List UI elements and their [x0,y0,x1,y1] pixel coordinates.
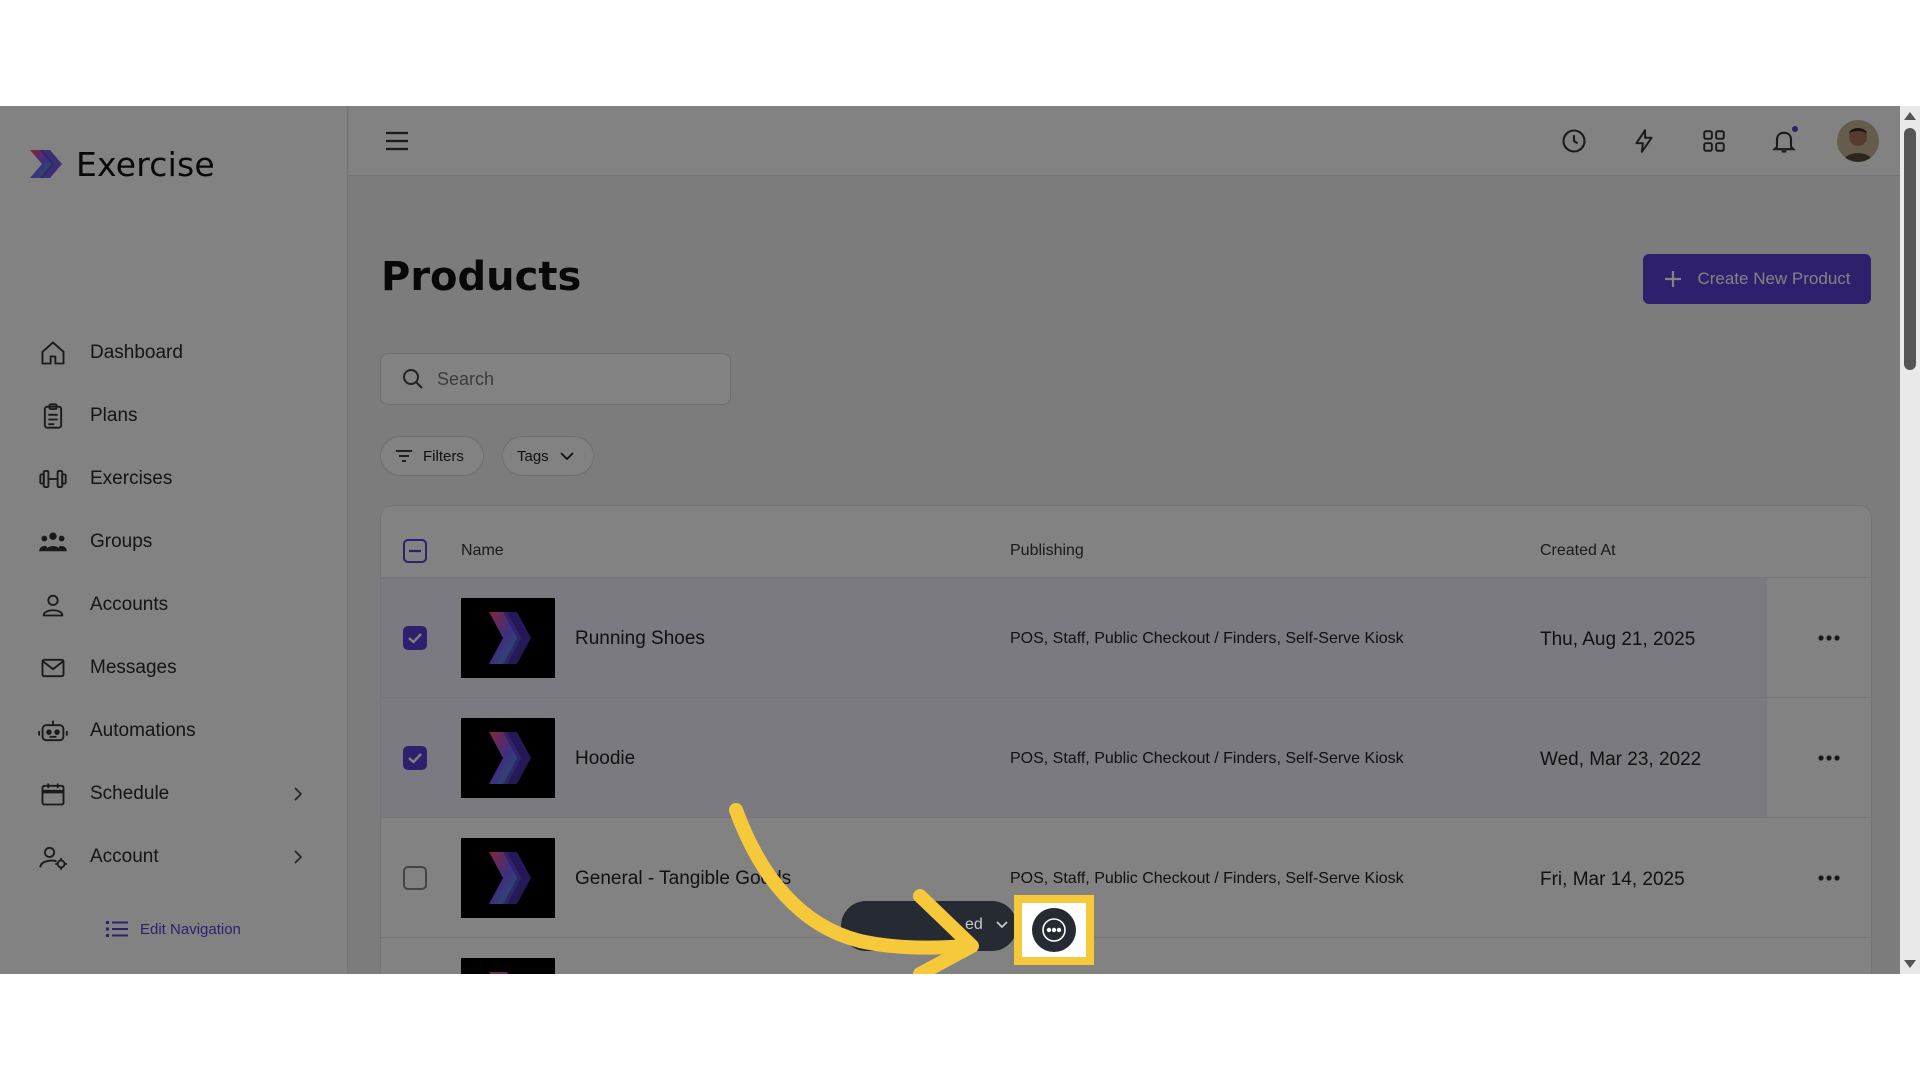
tags-dropdown[interactable]: Tags [502,436,594,476]
lightning-icon[interactable] [1627,124,1661,158]
sidebar-item-dashboard[interactable]: Dashboard [38,333,308,373]
column-header-publishing[interactable]: Publishing [1010,542,1084,560]
calendar-icon [38,779,68,809]
product-created-at: Thu, Aug 21, 2025 [1540,629,1696,650]
sidebar-item-label: Account [90,846,159,867]
app-name: Exercise [76,144,215,184]
filters-label: Filters [423,447,464,465]
more-options-icon[interactable] [1813,624,1845,652]
user-settings-icon [38,842,68,872]
sidebar-item-automations[interactable]: Automations [38,711,308,751]
list-icon [106,921,128,937]
more-actions-button[interactable] [1014,895,1094,965]
bulk-action-bar[interactable]: ed [841,901,1017,951]
user-icon [38,590,68,620]
notification-dot [1790,124,1800,134]
row-checkbox[interactable] [403,746,427,770]
more-circle-icon [1032,908,1076,952]
dumbbell-icon [38,464,68,494]
sidebar-item-exercises[interactable]: Exercises [38,459,308,499]
product-name[interactable]: General - Tangible Goods [575,868,791,890]
select-all-checkbox[interactable] [403,539,427,563]
home-icon [38,338,68,368]
scroll-thumb[interactable] [1904,128,1916,370]
sidebar-item-label: Groups [90,531,153,552]
filters-button[interactable]: Filters [380,436,484,476]
edit-navigation-link[interactable]: Edit Navigation [106,919,241,939]
logo-icon [30,150,62,178]
product-thumbnail[interactable] [461,598,555,678]
group-icon [38,527,68,557]
row-checkbox[interactable] [403,626,427,650]
product-thumbnail[interactable] [461,958,555,974]
column-header-name[interactable]: Name [461,542,504,560]
product-publishing: POS, Staff, Public Checkout / Finders, S… [1010,630,1404,647]
product-thumbnail[interactable] [461,718,555,798]
create-button-label: Create New Product [1697,269,1851,288]
scroll-up-arrow[interactable] [1904,112,1916,120]
column-header-created-at[interactable]: Created At [1540,542,1616,560]
edit-navigation-label: Edit Navigation [140,920,241,938]
chevron-right-icon [294,850,303,864]
sidebar-item-messages[interactable]: Messages [38,648,308,688]
sidebar-item-label: Automations [90,720,196,741]
sidebar-item-label: Schedule [90,783,170,804]
product-publishing: POS, Staff, Public Checkout / Finders, S… [1010,870,1404,887]
chevron-down-icon [560,452,574,461]
chevron-right-icon [294,787,303,801]
tags-label: Tags [517,447,549,465]
sidebar-item-label: Exercises [90,468,173,489]
search-icon [403,369,423,389]
sidebar-item-label: Accounts [90,594,169,615]
row-checkbox[interactable] [403,866,427,890]
table-row[interactable] [381,937,1871,974]
product-publishing: POS, Staff, Public Checkout / Finders, S… [1010,750,1404,767]
search-input[interactable] [437,368,707,390]
table-row[interactable]: Running Shoes POS, Staff, Public Checkou… [381,577,1871,698]
bulk-status-label: ed [965,916,983,933]
sidebar: Exercise Dashboard Plans Exercises Group… [0,106,348,974]
table-row[interactable]: Hoodie POS, Staff, Public Checkout / Fin… [381,697,1871,818]
envelope-icon [38,653,68,683]
plus-icon [1665,271,1682,287]
table-row[interactable]: General - Tangible Goods POS, Staff, Pub… [381,817,1871,937]
products-table: Name Publishing Created At Running Shoes… [380,505,1872,974]
product-created-at: Fri, Mar 14, 2025 [1540,869,1685,890]
sidebar-item-label: Plans [90,405,138,426]
robot-icon [38,716,68,746]
page-scrollbar[interactable] [1900,106,1920,974]
more-options-icon[interactable] [1813,744,1845,772]
product-name[interactable]: Running Shoes [575,628,705,650]
brand[interactable]: Exercise [24,144,215,184]
more-options-icon[interactable] [1813,864,1845,892]
product-name[interactable]: Hoodie [575,748,635,770]
scroll-down-arrow[interactable] [1904,960,1916,968]
check-icon [408,753,422,764]
app-window: Exercise Dashboard Plans Exercises Group… [0,106,1920,974]
product-thumbnail[interactable] [461,838,555,918]
clock-icon[interactable] [1557,124,1591,158]
sidebar-item-account[interactable]: Account [38,837,308,877]
create-new-product-button[interactable]: Create New Product [1643,254,1871,304]
sidebar-item-label: Messages [90,657,177,678]
avatar[interactable] [1837,120,1879,162]
sidebar-item-schedule[interactable]: Schedule [38,774,308,814]
sidebar-item-label: Dashboard [90,342,183,363]
minus-icon [409,549,421,553]
grid-icon[interactable] [1697,124,1731,158]
search-box [380,353,731,405]
page-title: Products [381,254,582,300]
top-bar [349,106,1900,176]
bell-icon[interactable] [1767,124,1801,158]
filter-icon [396,450,412,462]
sidebar-item-plans[interactable]: Plans [38,396,308,436]
check-icon [408,633,422,644]
clipboard-icon [38,401,68,431]
sidebar-item-accounts[interactable]: Accounts [38,585,308,625]
product-created-at: Wed, Mar 23, 2022 [1540,749,1702,770]
menu-icon[interactable] [383,128,411,154]
chevron-down-icon [996,921,1008,929]
sidebar-item-groups[interactable]: Groups [38,522,308,562]
